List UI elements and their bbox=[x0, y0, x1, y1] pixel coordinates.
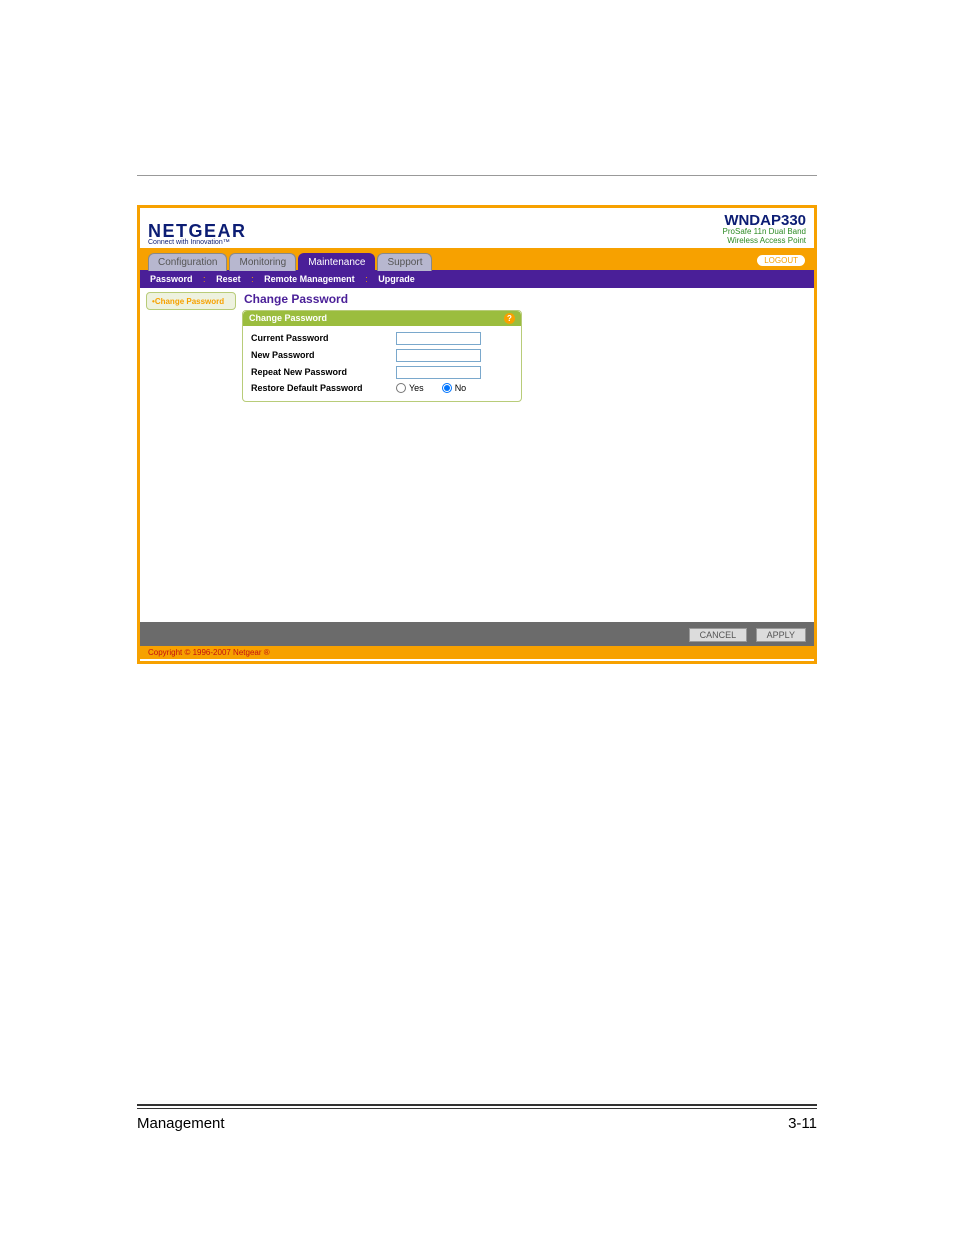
radio-label-no: No bbox=[455, 383, 467, 393]
cancel-button[interactable]: CANCEL bbox=[689, 628, 748, 642]
side-tab-change-password[interactable]: Change Password bbox=[146, 292, 236, 310]
main-tab-row: Configuration Monitoring Maintenance Sup… bbox=[140, 248, 814, 270]
tab-support[interactable]: Support bbox=[377, 253, 432, 271]
subnav-password[interactable]: Password bbox=[150, 274, 193, 284]
radio-restore-yes[interactable] bbox=[396, 383, 406, 393]
label-new-password: New Password bbox=[251, 347, 396, 364]
subnav-reset[interactable]: Reset bbox=[216, 274, 241, 284]
footer-bar: CANCEL APPLY bbox=[140, 622, 814, 646]
radio-restore-no[interactable] bbox=[442, 383, 452, 393]
model-sub2: Wireless Access Point bbox=[723, 237, 806, 246]
tab-configuration[interactable]: Configuration bbox=[148, 253, 227, 271]
model-block: WNDAP330 ProSafe 11n Dual Band Wireless … bbox=[723, 214, 806, 246]
apply-button[interactable]: APPLY bbox=[756, 628, 806, 642]
tab-maintenance[interactable]: Maintenance bbox=[298, 253, 375, 271]
copyright-text: Copyright © 1996-2007 Netgear ® bbox=[140, 646, 814, 659]
help-icon[interactable]: ? bbox=[504, 313, 515, 324]
page-footer-right: 3-11 bbox=[788, 1115, 817, 1132]
brand-name: NETGEAR bbox=[148, 223, 247, 239]
model-name: WNDAP330 bbox=[723, 214, 806, 228]
subnav-upgrade[interactable]: Upgrade bbox=[378, 274, 415, 284]
label-current-password: Current Password bbox=[251, 330, 396, 347]
brand-logo: NETGEAR Connect with Innovation™ bbox=[148, 223, 247, 246]
input-new-password[interactable] bbox=[396, 349, 481, 362]
label-restore-default: Restore Default Password bbox=[251, 381, 396, 395]
card-header-title: Change Password bbox=[249, 313, 327, 323]
label-repeat-password: Repeat New Password bbox=[251, 364, 396, 381]
frame-header: NETGEAR Connect with Innovation™ WNDAP33… bbox=[140, 208, 814, 248]
subnav-remote[interactable]: Remote Management bbox=[264, 274, 355, 284]
page-footer-left: Management bbox=[137, 1115, 225, 1132]
input-current-password[interactable] bbox=[396, 332, 481, 345]
pane-title: Change Password bbox=[244, 292, 808, 306]
router-admin-frame: NETGEAR Connect with Innovation™ WNDAP33… bbox=[137, 205, 817, 664]
change-password-card: Change Password ? Current Password New bbox=[242, 310, 522, 402]
radio-label-yes: Yes bbox=[409, 383, 424, 393]
input-repeat-password[interactable] bbox=[396, 366, 481, 379]
sub-nav: Password : Reset : Remote Management : U… bbox=[140, 270, 814, 288]
tab-monitoring[interactable]: Monitoring bbox=[229, 253, 296, 271]
logout-button[interactable]: LOGOUT bbox=[756, 254, 806, 267]
